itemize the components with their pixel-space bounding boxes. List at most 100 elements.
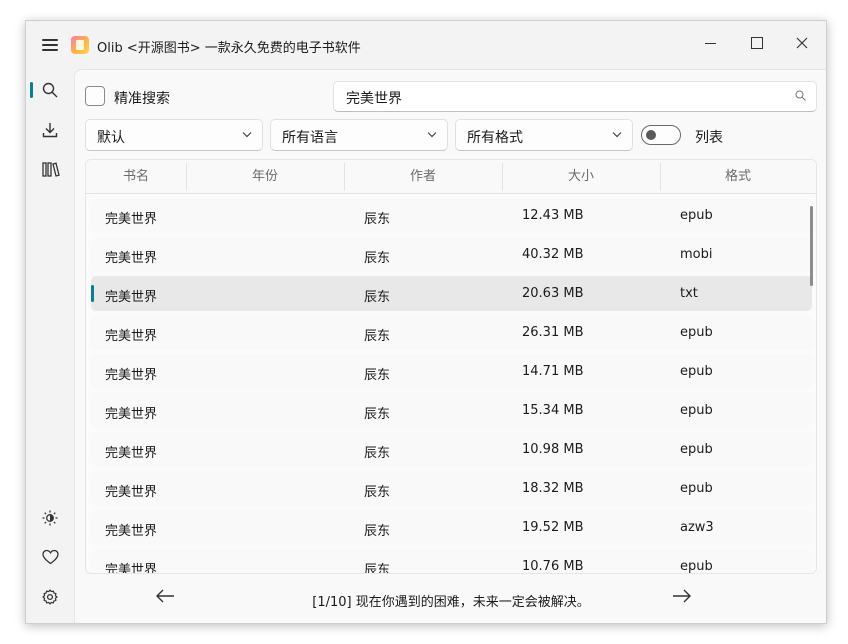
cell-format: txt xyxy=(680,286,698,301)
window-title: Olib <开源图书> 一款永久免费的电子书软件 xyxy=(97,41,361,56)
search-icon[interactable] xyxy=(795,90,806,101)
cell-author: 辰东 xyxy=(364,446,391,461)
list-view-label: 列表 xyxy=(695,130,723,146)
arrow-right-icon xyxy=(673,589,691,603)
cell-size: 40.32 MB xyxy=(522,247,584,262)
cell-size: 14.71 MB xyxy=(522,364,584,379)
close-icon xyxy=(796,37,808,49)
nav-item-library[interactable] xyxy=(30,153,70,185)
cell-size: 20.63 MB xyxy=(522,286,584,301)
cell-size: 10.98 MB xyxy=(522,442,584,457)
close-button[interactable] xyxy=(782,27,822,59)
cell-author: 辰东 xyxy=(364,251,391,266)
table-row[interactable]: 完美世界 辰东 12.43 MB epub xyxy=(91,198,812,233)
cell-size: 10.76 MB xyxy=(522,559,584,573)
cell-title: 完美世界 xyxy=(105,368,158,383)
cell-size: 19.52 MB xyxy=(522,520,584,535)
cell-format: epub xyxy=(680,364,713,379)
previous-page-button[interactable] xyxy=(155,588,179,608)
cell-author: 辰东 xyxy=(364,212,391,227)
pagination-footer: [1/10] 现在你遇到的困难，未来一定会被解决。 xyxy=(75,578,826,618)
cell-author: 辰东 xyxy=(364,563,391,573)
cell-format: azw3 xyxy=(680,520,714,535)
chevron-down-icon xyxy=(242,132,252,138)
results-table: 书名 年份 作者 大小 格式 完美世界 辰东 12.43 MB epub 完美世 xyxy=(85,159,817,574)
selection-indicator xyxy=(91,285,94,302)
table-row-selected[interactable]: 完美世界 辰东 20.63 MB txt xyxy=(91,276,812,311)
format-select[interactable]: 所有格式 xyxy=(455,119,633,151)
cell-author: 辰东 xyxy=(364,290,391,305)
next-page-button[interactable] xyxy=(672,588,696,608)
cell-format: epub xyxy=(680,559,713,573)
cell-author: 辰东 xyxy=(364,368,391,383)
column-header-year[interactable]: 年份 xyxy=(186,160,344,193)
cell-author: 辰东 xyxy=(364,485,391,500)
nav-item-download[interactable] xyxy=(30,114,70,146)
theme-icon xyxy=(42,510,58,526)
nav-active-indicator xyxy=(30,82,33,98)
arrow-left-icon xyxy=(156,589,174,603)
cell-title: 完美世界 xyxy=(105,563,158,573)
cell-title: 完美世界 xyxy=(105,251,158,266)
nav-item-theme[interactable] xyxy=(30,502,70,534)
table-row[interactable]: 完美世界 辰东 14.71 MB epub xyxy=(91,354,812,389)
cell-title: 完美世界 xyxy=(105,524,158,539)
title-bar: Olib <开源图书> 一款永久免费的电子书软件 xyxy=(26,21,826,69)
cell-author: 辰东 xyxy=(364,524,391,539)
toggle-knob xyxy=(646,130,656,140)
cell-title: 完美世界 xyxy=(105,212,158,227)
sort-select-value: 默认 xyxy=(97,130,125,146)
app-logo-icon xyxy=(71,36,89,54)
cell-title: 完美世界 xyxy=(105,485,158,500)
format-select-value: 所有格式 xyxy=(467,130,523,146)
table-header: 书名 年份 作者 大小 格式 xyxy=(86,160,816,194)
table-body: 完美世界 辰东 12.43 MB epub 完美世界 辰东 40.32 MB m… xyxy=(86,194,816,573)
minimize-button[interactable] xyxy=(691,27,731,59)
search-input-value: 完美世界 xyxy=(346,91,402,107)
heart-icon xyxy=(42,549,59,565)
cell-format: epub xyxy=(680,403,713,418)
table-row[interactable]: 完美世界 辰东 18.32 MB epub xyxy=(91,471,812,506)
language-select[interactable]: 所有语言 xyxy=(270,119,448,151)
cell-title: 完美世界 xyxy=(105,446,158,461)
exact-search-checkbox[interactable] xyxy=(85,86,105,106)
nav-item-settings[interactable] xyxy=(30,581,70,613)
cell-format: mobi xyxy=(680,247,713,262)
list-view-toggle[interactable] xyxy=(641,125,681,145)
main-content: 精准搜索 完美世界 默认 所有语言 所有格式 列表 书名 年份 作者 大小 格式… xyxy=(74,69,826,623)
table-row[interactable]: 完美世界 辰东 10.76 MB epub xyxy=(91,549,812,573)
sort-select[interactable]: 默认 xyxy=(85,119,263,151)
table-row[interactable]: 完美世界 辰东 10.98 MB epub xyxy=(91,432,812,467)
library-icon xyxy=(42,162,60,177)
column-header-format[interactable]: 格式 xyxy=(660,160,816,193)
maximize-button[interactable] xyxy=(737,27,777,59)
search-input[interactable]: 完美世界 xyxy=(333,81,817,112)
table-row[interactable]: 完美世界 辰东 15.34 MB epub xyxy=(91,393,812,428)
menu-icon[interactable] xyxy=(37,35,63,55)
cell-format: epub xyxy=(680,325,713,340)
column-header-title[interactable]: 书名 xyxy=(86,160,186,193)
app-window: Olib <开源图书> 一款永久免费的电子书软件 精准搜索 完美世界 默认 所有… xyxy=(25,20,827,624)
settings-icon xyxy=(42,589,58,605)
download-icon xyxy=(42,123,58,138)
cell-author: 辰东 xyxy=(364,407,391,422)
pagination-status: [1/10] 现在你遇到的困难，未来一定会被解决。 xyxy=(312,595,590,610)
cell-format: epub xyxy=(680,442,713,457)
nav-item-search[interactable] xyxy=(30,74,70,106)
cell-title: 完美世界 xyxy=(105,407,158,422)
table-row[interactable]: 完美世界 辰东 40.32 MB mobi xyxy=(91,237,812,272)
cell-size: 26.31 MB xyxy=(522,325,584,340)
column-header-author[interactable]: 作者 xyxy=(344,160,502,193)
table-row[interactable]: 完美世界 辰东 19.52 MB azw3 xyxy=(91,510,812,545)
nav-sidebar xyxy=(26,69,74,623)
cell-title: 完美世界 xyxy=(105,290,158,305)
chevron-down-icon xyxy=(612,132,622,138)
language-select-value: 所有语言 xyxy=(282,130,338,146)
cell-format: epub xyxy=(680,481,713,496)
column-header-size[interactable]: 大小 xyxy=(502,160,660,193)
table-scrollbar[interactable] xyxy=(810,206,813,286)
table-row[interactable]: 完美世界 辰东 26.31 MB epub xyxy=(91,315,812,350)
nav-item-favorite[interactable] xyxy=(30,541,70,573)
cell-title: 完美世界 xyxy=(105,329,158,344)
exact-search-label: 精准搜索 xyxy=(114,91,170,107)
